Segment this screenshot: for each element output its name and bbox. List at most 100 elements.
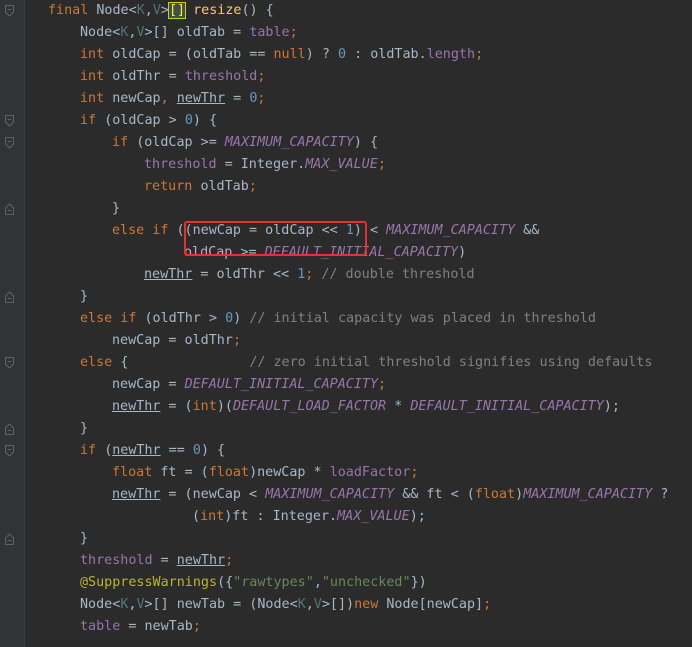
code-line[interactable]: newCap = DEFAULT_INITIAL_CAPACITY;	[112, 374, 386, 396]
code-line[interactable]: }	[112, 198, 120, 220]
code-token: Node<	[80, 25, 121, 40]
code-token: newThr	[144, 267, 193, 282]
code-token: else if	[112, 223, 177, 238]
code-token: })	[410, 575, 427, 590]
code-token: table	[80, 619, 121, 634]
code-token: MAXIMUM_CAPACITY	[386, 223, 516, 238]
fold-open-icon[interactable]	[5, 5, 14, 17]
code-token: newThr	[112, 399, 161, 414]
code-line[interactable]: }	[80, 418, 88, 440]
code-token: else	[80, 355, 121, 370]
code-line[interactable]: return oldTab;	[144, 176, 257, 198]
code-token: ;	[378, 377, 387, 392]
code-token: (	[192, 509, 201, 524]
code-token: V	[136, 25, 145, 40]
code-line[interactable]: Node<K,V>[] oldTab = table;	[80, 22, 298, 44]
code-token: return	[144, 179, 201, 194]
code-token: newThr	[176, 91, 226, 106]
code-line[interactable]: int oldCap = (oldTab == null) ? 0 : oldT…	[80, 44, 483, 66]
code-line[interactable]: table = newTab;	[80, 616, 201, 638]
fold-close-icon[interactable]	[5, 423, 14, 435]
code-token: }	[80, 289, 89, 304]
code-line[interactable]: newThr = oldThr << 1; // double threshol…	[144, 264, 475, 286]
code-line[interactable]: newThr = (int)(DEFAULT_LOAD_FACTOR * DEF…	[112, 396, 620, 418]
code-token: MAXIMUM_CAPACITY	[523, 487, 653, 502]
editor-gutter[interactable]	[0, 0, 25, 647]
code-line[interactable]: threshold = newThr;	[80, 550, 233, 572]
code-token: V	[136, 597, 145, 612]
code-token: (oldCap >	[104, 113, 185, 128]
code-token: length	[426, 47, 476, 62]
fold-open-icon[interactable]	[5, 115, 14, 127]
code-token: = oldThr <<	[192, 267, 298, 282]
code-token: ;	[192, 619, 201, 634]
code-token: V	[313, 597, 322, 612]
code-token: = (	[160, 399, 193, 414]
code-token: V	[152, 3, 161, 18]
fold-close-icon[interactable]	[5, 533, 14, 545]
code-line[interactable]: @SuppressWarnings({"rawtypes","unchecked…	[80, 572, 427, 594]
fold-close-icon[interactable]	[5, 291, 14, 303]
code-token: K	[136, 3, 145, 18]
code-token: DEFAULT_INITIAL_CAPACITY	[184, 377, 379, 392]
code-token: ;	[410, 465, 419, 480]
code-token: ;	[257, 91, 266, 106]
code-token: DEFAULT_INITIAL_CAPACITY	[410, 399, 604, 414]
code-token: resize	[193, 3, 242, 18]
code-line[interactable]: if (oldCap >= MAXIMUM_CAPACITY) {	[112, 132, 378, 154]
code-token: ,	[144, 3, 153, 18]
code-token: ) {	[353, 135, 379, 150]
code-line[interactable]: Node<K,V>[] newTab = (Node<K,V>[])new No…	[80, 594, 491, 616]
code-line[interactable]: }	[80, 286, 88, 308]
code-line[interactable]: int oldThr = threshold;	[80, 66, 265, 88]
code-line[interactable]: }	[80, 528, 88, 550]
code-token: int	[192, 399, 217, 414]
code-token: >[] newTab = (Node<	[144, 597, 298, 612]
code-token: ,	[313, 575, 322, 590]
code-token: }	[80, 421, 89, 436]
code-token: }	[80, 531, 89, 546]
fold-open-icon[interactable]	[5, 445, 14, 457]
code-token: (oldThr >	[144, 311, 226, 326]
code-token: *	[386, 399, 411, 414]
code-token: 0	[192, 443, 201, 458]
code-line[interactable]: float ft = (float)newCap * loadFactor;	[112, 462, 418, 484]
code-token: if	[80, 113, 105, 128]
code-token: newThr	[112, 487, 161, 502]
code-token: oldTab	[200, 179, 249, 194]
code-token: ;	[289, 25, 298, 40]
code-token: newCap =	[112, 377, 185, 392]
code-token: )newCap *	[249, 465, 330, 480]
code-line[interactable]: newThr = (newCap < MAXIMUM_CAPACITY && f…	[112, 484, 668, 506]
code-token: null	[273, 47, 306, 62]
code-line[interactable]: int newCap, newThr = 0;	[80, 88, 265, 110]
code-token: ) {	[200, 443, 226, 458]
code-token: )	[233, 311, 250, 326]
code-line[interactable]: else { // zero initial threshold signifi…	[80, 352, 652, 374]
code-token: {	[120, 355, 250, 370]
code-editor[interactable]: final Node<K,V>[] resize() {Node<K,V>[] …	[0, 0, 692, 647]
code-line[interactable]: if (newThr == 0) {	[80, 440, 225, 462]
code-token: int	[80, 91, 113, 106]
code-token: );	[603, 399, 620, 414]
fold-close-icon[interactable]	[5, 203, 14, 215]
fold-open-icon[interactable]	[5, 137, 14, 149]
code-line[interactable]: if (oldCap > 0) {	[80, 110, 217, 132]
code-token: }	[112, 201, 121, 216]
code-line[interactable]: (int)ft : Integer.MAX_VALUE);	[192, 506, 426, 528]
code-token: // zero initial threshold signifies usin…	[249, 355, 653, 370]
code-token: ;	[232, 333, 241, 348]
code-token: 0	[184, 113, 193, 128]
code-token: ) ?	[305, 47, 338, 62]
code-line[interactable]: newCap = oldThr;	[112, 330, 241, 352]
code-token: // initial capacity was placed in thresh…	[249, 311, 596, 326]
code-line[interactable]: else if (oldThr > 0) // initial capacity…	[80, 308, 596, 330]
code-token: =	[152, 553, 177, 568]
code-line[interactable]: final Node<K,V>[] resize() {	[48, 0, 274, 22]
code-line[interactable]: threshold = Integer.MAX_VALUE;	[144, 154, 386, 176]
code-token: Node[newCap]	[386, 597, 484, 612]
fold-open-icon[interactable]	[5, 357, 14, 369]
code-token: MAX_VALUE	[337, 509, 410, 524]
code-token: MAXIMUM_CAPACITY	[224, 135, 354, 150]
code-token: &&	[515, 223, 540, 238]
